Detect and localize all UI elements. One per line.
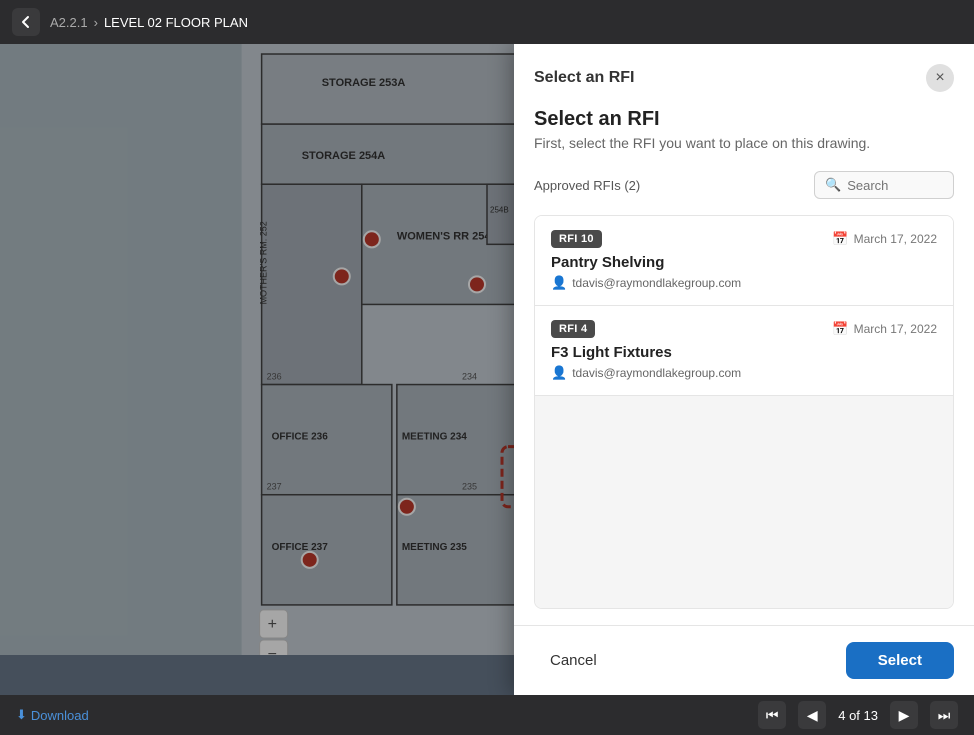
modal-intro: Select an RFI First, select the RFI you …: [534, 108, 954, 151]
select-button[interactable]: Select: [846, 642, 954, 679]
page-separator: of: [849, 708, 863, 723]
search-input[interactable]: [847, 178, 943, 193]
modal-description: First, select the RFI you want to place …: [534, 135, 954, 151]
rfi-filter-row: Approved RFIs (2) 🔍: [534, 171, 954, 199]
page-current: 4: [838, 708, 845, 723]
nav-first-button[interactable]: ⏮: [758, 701, 786, 729]
nav-last-button[interactable]: ⏭: [930, 701, 958, 729]
search-icon: 🔍: [825, 177, 841, 193]
rfi-badge: RFI 10: [551, 230, 602, 248]
rfi-date-text: March 17, 2022: [854, 232, 937, 246]
close-icon: ×: [935, 69, 944, 87]
modal-subtitle: Select an RFI: [534, 108, 954, 131]
main-area: STORAGE 253A STORAGE 254A MOTHER'S RM. 2…: [0, 44, 974, 695]
breadcrumb: A2.2.1 › LEVEL 02 FLOOR PLAN: [50, 15, 248, 30]
rfi-email-text: tdavis@raymondlakegroup.com: [572, 366, 741, 380]
breadcrumb-separator: ›: [94, 15, 98, 30]
rfi-item[interactable]: RFI 10 📅 March 17, 2022 Pantry Shelving …: [535, 216, 953, 306]
rfi-item[interactable]: RFI 4 📅 March 17, 2022 F3 Light Fixtures…: [535, 306, 953, 396]
user-icon: 👤: [551, 365, 567, 381]
user-icon: 👤: [551, 275, 567, 291]
rfi-name: Pantry Shelving: [551, 254, 937, 271]
rfi-date: 📅 March 17, 2022: [832, 231, 937, 247]
modal-footer: Cancel Select: [514, 625, 974, 695]
page-info: 4 of 13: [838, 708, 878, 723]
rfi-date-text: March 17, 2022: [854, 322, 937, 336]
modal-body: Select an RFI First, select the RFI you …: [514, 92, 974, 625]
modal-header: Select an RFI ×: [514, 44, 974, 92]
download-icon: ⬇: [16, 707, 27, 723]
breadcrumb-prefix: A2.2.1: [50, 15, 88, 30]
bottom-bar: ⬇ Download ⏮ ◀ 4 of 13 ▶ ⏭: [0, 695, 974, 735]
back-button[interactable]: [12, 8, 40, 36]
rfi-list: RFI 10 📅 March 17, 2022 Pantry Shelving …: [534, 215, 954, 609]
cancel-button[interactable]: Cancel: [534, 642, 613, 679]
rfi-email: 👤 tdavis@raymondlakegroup.com: [551, 365, 937, 381]
modal-header-title: Select an RFI: [534, 69, 634, 87]
nav-prev-button[interactable]: ◀: [798, 701, 826, 729]
rfi-name: F3 Light Fixtures: [551, 344, 937, 361]
rfi-badge: RFI 4: [551, 320, 595, 338]
breadcrumb-title: LEVEL 02 FLOOR PLAN: [104, 15, 248, 30]
download-link[interactable]: ⬇ Download: [16, 707, 89, 723]
rfi-item-header: RFI 10 📅 March 17, 2022: [551, 230, 937, 248]
approved-label: Approved RFIs (2): [534, 178, 640, 193]
modal-overlay: Select an RFI × Select an RFI First, sel…: [0, 44, 974, 695]
nav-controls: ⏮ ◀ 4 of 13 ▶ ⏭: [758, 701, 958, 729]
rfi-email-text: tdavis@raymondlakegroup.com: [572, 276, 741, 290]
calendar-icon: 📅: [832, 321, 848, 337]
rfi-email: 👤 tdavis@raymondlakegroup.com: [551, 275, 937, 291]
nav-next-button[interactable]: ▶: [890, 701, 918, 729]
search-box[interactable]: 🔍: [814, 171, 954, 199]
rfi-empty-space: [535, 396, 953, 608]
rfi-date: 📅 March 17, 2022: [832, 321, 937, 337]
calendar-icon: 📅: [832, 231, 848, 247]
top-bar: A2.2.1 › LEVEL 02 FLOOR PLAN: [0, 0, 974, 44]
modal-close-button[interactable]: ×: [926, 64, 954, 92]
rfi-select-modal: Select an RFI × Select an RFI First, sel…: [514, 44, 974, 695]
download-label: Download: [31, 708, 89, 723]
page-total: 13: [864, 708, 878, 723]
rfi-item-header: RFI 4 📅 March 17, 2022: [551, 320, 937, 338]
